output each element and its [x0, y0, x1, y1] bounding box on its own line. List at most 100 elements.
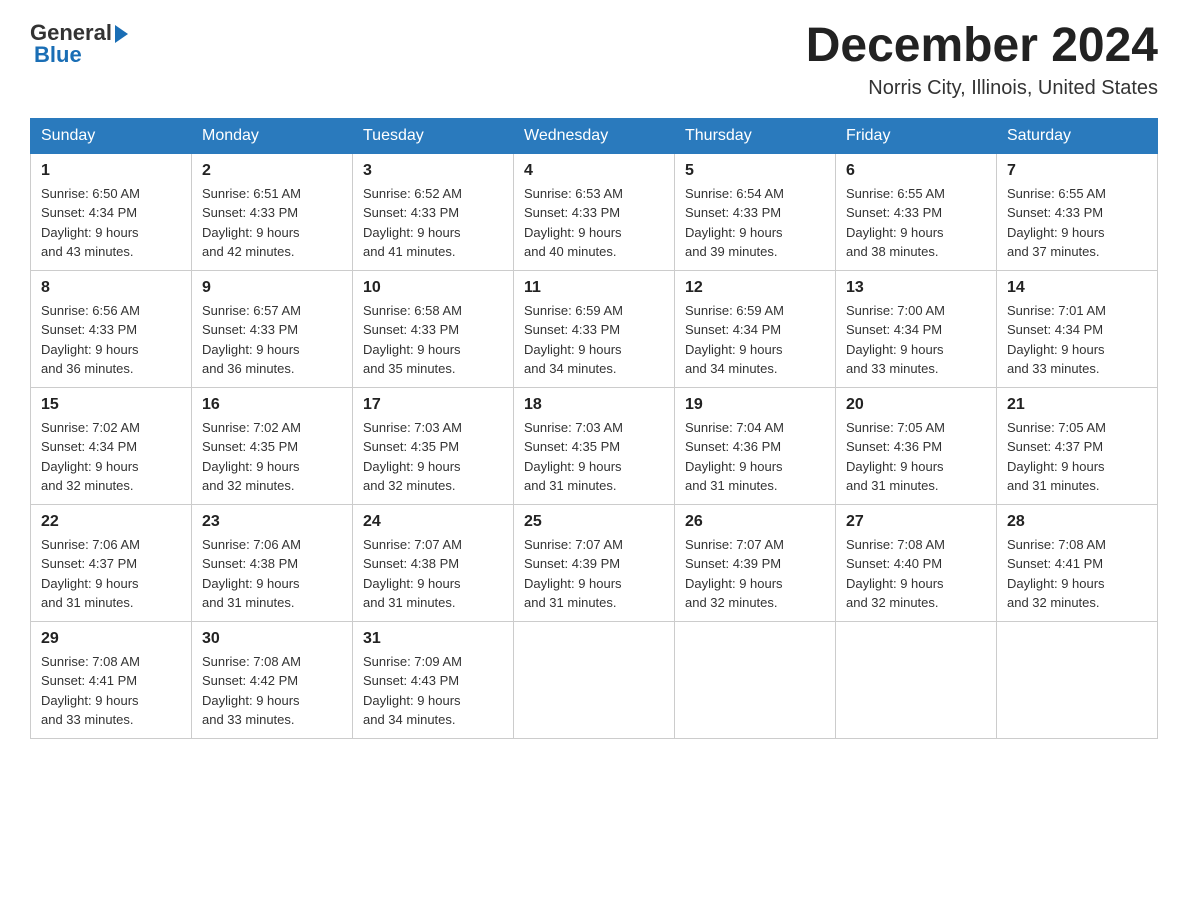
- calendar-day-cell: 18 Sunrise: 7:03 AMSunset: 4:35 PMDayligh…: [514, 387, 675, 504]
- title-area: December 2024 Norris City, Illinois, Uni…: [806, 20, 1158, 100]
- calendar-day-cell: 7 Sunrise: 6:55 AMSunset: 4:33 PMDaylight…: [997, 153, 1158, 270]
- weekday-header-saturday: Saturday: [997, 118, 1158, 153]
- day-number: 2: [202, 162, 342, 180]
- weekday-header-thursday: Thursday: [675, 118, 836, 153]
- calendar-day-cell: [675, 621, 836, 738]
- day-info: Sunrise: 6:55 AMSunset: 4:33 PMDaylight:…: [846, 184, 986, 262]
- calendar-day-cell: [514, 621, 675, 738]
- day-number: 13: [846, 279, 986, 297]
- day-info: Sunrise: 6:57 AMSunset: 4:33 PMDaylight:…: [202, 301, 342, 379]
- day-number: 20: [846, 396, 986, 414]
- calendar-day-cell: 28 Sunrise: 7:08 AMSunset: 4:41 PMDayligh…: [997, 504, 1158, 621]
- calendar-day-cell: 8Sunrise: 6:56 AMSunset: 4:33 PMDaylight…: [31, 270, 192, 387]
- weekday-header-sunday: Sunday: [31, 118, 192, 153]
- location-title: Norris City, Illinois, United States: [806, 77, 1158, 100]
- calendar-week-row: 1 Sunrise: 6:50 AMSunset: 4:34 PMDaylight…: [31, 153, 1158, 270]
- day-number: 4: [524, 162, 664, 180]
- calendar-day-cell: 4 Sunrise: 6:53 AMSunset: 4:33 PMDaylight…: [514, 153, 675, 270]
- calendar-day-cell: 9 Sunrise: 6:57 AMSunset: 4:33 PMDaylight…: [192, 270, 353, 387]
- calendar-day-cell: 12 Sunrise: 6:59 AMSunset: 4:34 PMDayligh…: [675, 270, 836, 387]
- calendar-day-cell: [836, 621, 997, 738]
- calendar-day-cell: 10 Sunrise: 6:58 AMSunset: 4:33 PMDayligh…: [353, 270, 514, 387]
- calendar-week-row: 8Sunrise: 6:56 AMSunset: 4:33 PMDaylight…: [31, 270, 1158, 387]
- weekday-header-wednesday: Wednesday: [514, 118, 675, 153]
- day-number: 16: [202, 396, 342, 414]
- day-info: Sunrise: 6:56 AMSunset: 4:33 PMDaylight:…: [41, 301, 181, 379]
- calendar-day-cell: 13 Sunrise: 7:00 AMSunset: 4:34 PMDayligh…: [836, 270, 997, 387]
- day-info: Sunrise: 6:55 AMSunset: 4:33 PMDaylight:…: [1007, 184, 1147, 262]
- day-info: Sunrise: 7:05 AMSunset: 4:37 PMDaylight:…: [1007, 418, 1147, 496]
- calendar-day-cell: 11Sunrise: 6:59 AMSunset: 4:33 PMDayligh…: [514, 270, 675, 387]
- calendar-day-cell: 21 Sunrise: 7:05 AMSunset: 4:37 PMDayligh…: [997, 387, 1158, 504]
- calendar-day-cell: 17Sunrise: 7:03 AMSunset: 4:35 PMDayligh…: [353, 387, 514, 504]
- day-info: Sunrise: 7:08 AMSunset: 4:40 PMDaylight:…: [846, 535, 986, 613]
- day-info: Sunrise: 7:07 AMSunset: 4:39 PMDaylight:…: [524, 535, 664, 613]
- day-number: 9: [202, 279, 342, 297]
- day-number: 3: [363, 162, 503, 180]
- day-info: Sunrise: 7:01 AMSunset: 4:34 PMDaylight:…: [1007, 301, 1147, 379]
- calendar-day-cell: 20 Sunrise: 7:05 AMSunset: 4:36 PMDayligh…: [836, 387, 997, 504]
- day-info: Sunrise: 7:02 AMSunset: 4:34 PMDaylight:…: [41, 418, 181, 496]
- day-info: Sunrise: 7:08 AMSunset: 4:41 PMDaylight:…: [1007, 535, 1147, 613]
- calendar-day-cell: 2Sunrise: 6:51 AMSunset: 4:33 PMDaylight…: [192, 153, 353, 270]
- day-number: 21: [1007, 396, 1147, 414]
- day-info: Sunrise: 7:03 AMSunset: 4:35 PMDaylight:…: [363, 418, 503, 496]
- weekday-header-friday: Friday: [836, 118, 997, 153]
- calendar-day-cell: 1 Sunrise: 6:50 AMSunset: 4:34 PMDaylight…: [31, 153, 192, 270]
- calendar-day-cell: 16 Sunrise: 7:02 AMSunset: 4:35 PMDayligh…: [192, 387, 353, 504]
- day-number: 28: [1007, 513, 1147, 531]
- day-number: 12: [685, 279, 825, 297]
- day-info: Sunrise: 7:08 AMSunset: 4:41 PMDaylight:…: [41, 652, 181, 730]
- day-number: 26: [685, 513, 825, 531]
- day-info: Sunrise: 7:07 AMSunset: 4:39 PMDaylight:…: [685, 535, 825, 613]
- day-number: 22: [41, 513, 181, 531]
- calendar-day-cell: 3 Sunrise: 6:52 AMSunset: 4:33 PMDaylight…: [353, 153, 514, 270]
- calendar-week-row: 15 Sunrise: 7:02 AMSunset: 4:34 PMDayligh…: [31, 387, 1158, 504]
- day-number: 31: [363, 630, 503, 648]
- calendar-day-cell: 30Sunrise: 7:08 AMSunset: 4:42 PMDayligh…: [192, 621, 353, 738]
- day-info: Sunrise: 6:53 AMSunset: 4:33 PMDaylight:…: [524, 184, 664, 262]
- day-info: Sunrise: 7:06 AMSunset: 4:37 PMDaylight:…: [41, 535, 181, 613]
- day-info: Sunrise: 7:09 AMSunset: 4:43 PMDaylight:…: [363, 652, 503, 730]
- day-number: 5: [685, 162, 825, 180]
- day-info: Sunrise: 6:50 AMSunset: 4:34 PMDaylight:…: [41, 184, 181, 262]
- day-info: Sunrise: 6:54 AMSunset: 4:33 PMDaylight:…: [685, 184, 825, 262]
- weekday-header-tuesday: Tuesday: [353, 118, 514, 153]
- day-info: Sunrise: 6:59 AMSunset: 4:33 PMDaylight:…: [524, 301, 664, 379]
- calendar-day-cell: 23Sunrise: 7:06 AMSunset: 4:38 PMDayligh…: [192, 504, 353, 621]
- day-info: Sunrise: 6:59 AMSunset: 4:34 PMDaylight:…: [685, 301, 825, 379]
- day-number: 30: [202, 630, 342, 648]
- logo: General Blue: [30, 20, 128, 68]
- day-number: 10: [363, 279, 503, 297]
- calendar-day-cell: 19 Sunrise: 7:04 AMSunset: 4:36 PMDayligh…: [675, 387, 836, 504]
- day-info: Sunrise: 7:00 AMSunset: 4:34 PMDaylight:…: [846, 301, 986, 379]
- day-info: Sunrise: 7:03 AMSunset: 4:35 PMDaylight:…: [524, 418, 664, 496]
- calendar-day-cell: 14Sunrise: 7:01 AMSunset: 4:34 PMDayligh…: [997, 270, 1158, 387]
- weekday-header-monday: Monday: [192, 118, 353, 153]
- logo-triangle-icon: [115, 25, 128, 43]
- day-number: 18: [524, 396, 664, 414]
- day-number: 19: [685, 396, 825, 414]
- calendar-day-cell: 25 Sunrise: 7:07 AMSunset: 4:39 PMDayligh…: [514, 504, 675, 621]
- calendar-day-cell: 27 Sunrise: 7:08 AMSunset: 4:40 PMDayligh…: [836, 504, 997, 621]
- calendar-day-cell: 5 Sunrise: 6:54 AMSunset: 4:33 PMDaylight…: [675, 153, 836, 270]
- calendar-day-cell: 29 Sunrise: 7:08 AMSunset: 4:41 PMDayligh…: [31, 621, 192, 738]
- calendar-day-cell: 26 Sunrise: 7:07 AMSunset: 4:39 PMDayligh…: [675, 504, 836, 621]
- day-info: Sunrise: 7:04 AMSunset: 4:36 PMDaylight:…: [685, 418, 825, 496]
- day-number: 27: [846, 513, 986, 531]
- day-info: Sunrise: 6:58 AMSunset: 4:33 PMDaylight:…: [363, 301, 503, 379]
- day-number: 25: [524, 513, 664, 531]
- day-info: Sunrise: 6:52 AMSunset: 4:33 PMDaylight:…: [363, 184, 503, 262]
- day-number: 15: [41, 396, 181, 414]
- day-number: 24: [363, 513, 503, 531]
- calendar-day-cell: 15 Sunrise: 7:02 AMSunset: 4:34 PMDayligh…: [31, 387, 192, 504]
- day-number: 1: [41, 162, 181, 180]
- day-number: 7: [1007, 162, 1147, 180]
- day-info: Sunrise: 7:02 AMSunset: 4:35 PMDaylight:…: [202, 418, 342, 496]
- day-number: 29: [41, 630, 181, 648]
- month-title: December 2024: [806, 20, 1158, 73]
- day-info: Sunrise: 7:05 AMSunset: 4:36 PMDaylight:…: [846, 418, 986, 496]
- calendar-day-cell: 24Sunrise: 7:07 AMSunset: 4:38 PMDayligh…: [353, 504, 514, 621]
- calendar-day-cell: 6Sunrise: 6:55 AMSunset: 4:33 PMDaylight…: [836, 153, 997, 270]
- calendar-table: SundayMondayTuesdayWednesdayThursdayFrid…: [30, 118, 1158, 739]
